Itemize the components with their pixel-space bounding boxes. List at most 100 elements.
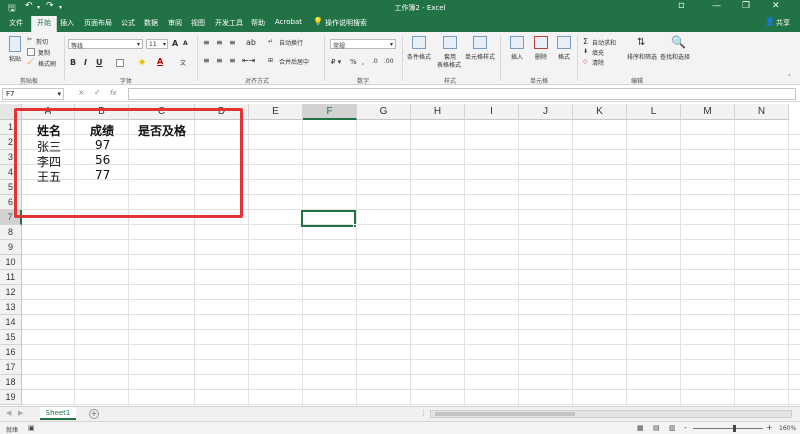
column-header-f[interactable]: F (303, 104, 357, 120)
delete-cells-button[interactable]: 删除 (535, 52, 547, 61)
fill-icon[interactable]: ⬇ (583, 48, 588, 55)
find-select-button[interactable]: 查找和选择 (660, 52, 690, 61)
find-select-icon[interactable]: 🔍 (671, 35, 686, 49)
tab-data[interactable]: 数据 (144, 18, 158, 28)
tab-page-layout[interactable]: 页面布局 (84, 18, 112, 28)
tab-file[interactable]: 文件 (9, 18, 23, 28)
zoom-slider-thumb[interactable] (733, 425, 736, 432)
sort-filter-button[interactable]: 排序和筛选 (627, 52, 657, 61)
tab-acrobat[interactable]: Acrobat (275, 18, 302, 26)
copy-button[interactable]: 复制 (38, 48, 50, 57)
macro-record-icon[interactable]: ▣ (28, 424, 35, 432)
tab-view[interactable]: 视图 (191, 18, 205, 28)
name-box[interactable]: F7 ▾ (2, 88, 64, 100)
font-size-combo[interactable]: 11 ▾ (146, 39, 168, 49)
minimize-icon[interactable]: — (712, 1, 721, 11)
tab-formulas[interactable]: 公式 (121, 18, 135, 28)
column-header-i[interactable]: I (465, 104, 519, 120)
fill-handle[interactable] (353, 224, 357, 228)
close-icon[interactable]: ✕ (772, 1, 780, 11)
underline-icon[interactable]: U (96, 58, 103, 67)
column-header-g[interactable]: G (357, 104, 411, 120)
wrap-text-button[interactable]: 自动换行 (279, 38, 303, 47)
active-cell-f7[interactable] (301, 210, 356, 227)
align-middle-icon[interactable]: ≡ (216, 38, 223, 47)
sheet-next-icon[interactable]: ▶ (18, 409, 23, 417)
bold-icon[interactable]: B (70, 58, 76, 67)
paste-button[interactable]: 粘贴 (9, 54, 21, 63)
column-header-k[interactable]: K (573, 104, 627, 120)
orientation-icon[interactable]: ab (246, 38, 256, 47)
add-sheet-button[interactable]: + (89, 409, 99, 419)
format-painter-icon[interactable]: 🖌 (27, 58, 35, 65)
cell-styles-icon[interactable] (473, 36, 487, 49)
merge-center-icon[interactable]: ⊞ (268, 57, 273, 64)
formula-input[interactable] (128, 88, 796, 100)
share-button[interactable]: 共享 (776, 18, 790, 28)
cut-button[interactable]: 剪切 (36, 37, 48, 46)
conditional-formatting-icon[interactable] (412, 36, 426, 49)
font-name-combo[interactable]: 等线 ▾ (68, 39, 143, 50)
tab-split-icon[interactable]: ⋮ (420, 409, 427, 417)
autosum-icon[interactable]: Σ (583, 37, 588, 46)
zoom-slider[interactable] (693, 425, 763, 432)
clear-icon[interactable]: ◇ (583, 58, 588, 65)
worksheet-grid[interactable]: ABCDEFGHIJKLMN 1 2 3 4 5 6 7 8 9 10 11 12 13 14 15 16 17… (0, 104, 800, 406)
zoom-level[interactable]: 160% (779, 425, 796, 432)
cell-styles-button[interactable]: 单元格样式 (465, 52, 495, 61)
row-header-17[interactable]: 17 (0, 360, 22, 375)
tab-insert[interactable]: 插入 (60, 18, 74, 28)
column-header-e[interactable]: E (249, 104, 303, 120)
scrollbar-thumb[interactable] (435, 412, 575, 416)
paste-icon[interactable] (9, 36, 21, 52)
align-top-icon[interactable]: ≡ (203, 38, 210, 47)
indent-icon[interactable]: ⇤⇥ (242, 56, 255, 65)
format-cells-button[interactable]: 格式 (558, 52, 570, 61)
align-right-icon[interactable]: ≡ (229, 56, 236, 65)
undo-icon[interactable]: ↶ (25, 1, 33, 11)
italic-icon[interactable]: I (84, 58, 87, 67)
format-cells-icon[interactable] (557, 36, 571, 49)
row-header-18[interactable]: 18 (0, 375, 22, 390)
row-header-16[interactable]: 16 (0, 345, 22, 360)
collapse-ribbon-icon[interactable]: ˄ (788, 74, 791, 81)
restore-icon[interactable]: ❐ (742, 1, 750, 11)
tab-review[interactable]: 审阅 (168, 18, 182, 28)
wrap-text-icon[interactable]: ↵ (268, 38, 273, 45)
format-as-table-icon[interactable] (443, 36, 457, 49)
number-format-combo[interactable]: 常规 ▾ (330, 39, 396, 50)
sheet-prev-icon[interactable]: ◀ (6, 409, 11, 417)
comma-icon[interactable]: , (362, 58, 364, 66)
cancel-icon[interactable]: × (78, 88, 85, 97)
page-layout-view-icon[interactable]: ▤ (653, 424, 660, 432)
zoom-out-button[interactable]: - (684, 423, 687, 432)
row-header-14[interactable]: 14 (0, 315, 22, 330)
merge-center-button[interactable]: 合并后居中 (279, 57, 309, 66)
sheet-tab-sheet1[interactable]: Sheet1 (40, 407, 76, 420)
accounting-icon[interactable]: ₽ ▾ (331, 58, 341, 66)
row-header-8[interactable]: 8 (0, 225, 22, 240)
increase-font-icon[interactable]: A (172, 39, 178, 48)
row-header-12[interactable]: 12 (0, 285, 22, 300)
qat-customize-icon[interactable]: ▾ (59, 4, 62, 11)
ribbon-display-icon[interactable]: ▫ (678, 0, 685, 11)
column-header-n[interactable]: N (735, 104, 789, 120)
column-header-l[interactable]: L (627, 104, 681, 120)
row-header-19[interactable]: 19 (0, 390, 22, 405)
copy-icon[interactable] (27, 48, 35, 56)
undo-dropdown-icon[interactable]: ▾ (37, 4, 40, 11)
cut-icon[interactable]: ✂ (27, 36, 32, 43)
row-header-10[interactable]: 10 (0, 255, 22, 270)
sort-filter-icon[interactable]: ⇅ (637, 37, 645, 48)
format-as-table-line2[interactable]: 表格格式 (437, 60, 461, 69)
align-bottom-icon[interactable]: ≡ (229, 38, 236, 47)
normal-view-icon[interactable]: ▦ (637, 424, 644, 432)
tab-home[interactable]: 开始 (31, 16, 57, 32)
fill-color-icon[interactable]: ◆ (139, 57, 145, 66)
tell-me-search[interactable]: 操作说明搜索 (325, 18, 367, 28)
row-header-13[interactable]: 13 (0, 300, 22, 315)
align-left-icon[interactable]: ≡ (203, 56, 210, 65)
tab-help[interactable]: 帮助 (251, 18, 265, 28)
delete-cells-icon[interactable] (534, 36, 548, 49)
autosum-button[interactable]: 自动求和 (592, 38, 616, 47)
